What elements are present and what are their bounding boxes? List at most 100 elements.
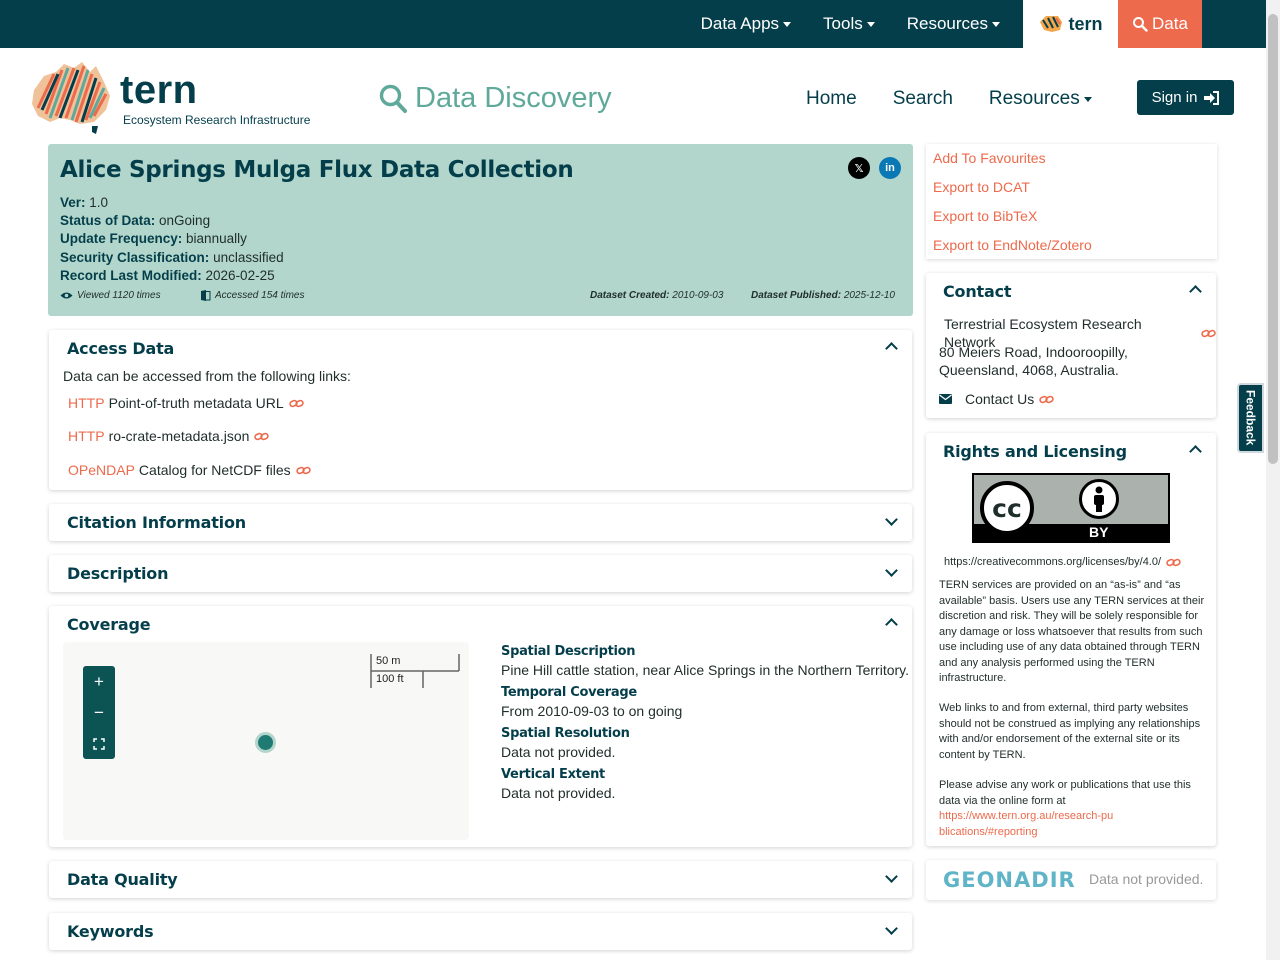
vertical-extent-label: Vertical Extent — [501, 767, 605, 782]
record-meta: Ver: 1.0 Status of Data: onGoing Update … — [60, 194, 284, 285]
top-nav-data-apps[interactable]: Data Apps — [701, 14, 792, 34]
coverage-map[interactable]: + − 50 m 100 ft — [63, 642, 469, 840]
access-link-opendap[interactable]: OPeNDAP Catalog for NetCDF files — [68, 462, 311, 478]
nav-label: Search — [892, 88, 953, 109]
linkedin-share-icon[interactable]: in — [879, 157, 901, 179]
geonadir-brand: GEONADIR — [943, 868, 1076, 892]
contact-us-label: Contact Us — [965, 391, 1035, 407]
coverage-card: Coverage + − 50 m 100 ft Spatial Descrip… — [49, 606, 912, 847]
data-tab-label: Data — [1152, 14, 1188, 33]
geonadir-text: Data not provided. — [1089, 871, 1204, 887]
cc-by-badge[interactable]: cc BY — [972, 473, 1170, 543]
published-value: 2025-12-10 — [843, 290, 895, 301]
coverage-heading[interactable]: Coverage — [67, 615, 151, 634]
nav-label: Home — [806, 88, 857, 109]
link-icon — [1166, 557, 1181, 568]
vertical-extent-value: Data not provided. — [501, 785, 616, 801]
keywords-heading[interactable]: Keywords — [67, 922, 154, 941]
top-nav-label: Resources — [906, 14, 988, 33]
scrollbar-thumb[interactable] — [1268, 14, 1278, 464]
description-heading[interactable]: Description — [67, 564, 168, 583]
rights-licensing-card: Rights and Licensing cc BY https://creat… — [926, 433, 1216, 846]
description-card[interactable]: Description — [49, 555, 912, 592]
logo-subtitle: Ecosystem Research Infrastructure — [123, 113, 311, 127]
contact-us-link[interactable]: Contact Us — [939, 390, 1054, 408]
contact-address: 80 Meiers Road, Indooroopilly, Queenslan… — [939, 344, 1128, 378]
export-bibtex-link[interactable]: Export to BibTeX — [926, 208, 1217, 237]
australia-map-icon — [32, 62, 110, 134]
logo-word: tern — [120, 68, 198, 112]
search-icon — [379, 84, 407, 113]
data-quality-card[interactable]: Data Quality — [49, 861, 912, 898]
meta-value: 2026-02-25 — [205, 267, 275, 283]
temporal-coverage-value: From 2010-09-03 to on going — [501, 703, 683, 719]
link-protocol: HTTP — [68, 395, 105, 411]
eye-icon — [60, 292, 73, 299]
meta-security: Security Classification: unclassified — [60, 249, 284, 267]
access-data-heading[interactable]: Access Data — [67, 339, 174, 358]
link-protocol: HTTP — [68, 428, 105, 444]
rights-heading[interactable]: Rights and Licensing — [943, 442, 1127, 461]
meta-label: Ver: — [60, 195, 86, 210]
chevron-up-icon[interactable] — [885, 618, 898, 631]
publications-text: Please advise any work or publications t… — [939, 779, 1191, 807]
tern-tab[interactable]: tern — [1023, 0, 1118, 48]
geonadir-logo[interactable]: GEONADIR — [943, 868, 1076, 892]
export-endnote-link[interactable]: Export to EndNote/Zotero — [926, 237, 1217, 266]
sign-in-button[interactable]: Sign in — [1137, 80, 1234, 115]
data-tab[interactable]: Data — [1118, 0, 1202, 48]
dataset-published: Dataset Published: 2025-12-10 — [751, 290, 895, 301]
access-data-card: Access Data Data can be accessed from th… — [49, 330, 912, 490]
nav-home[interactable]: Home — [806, 88, 857, 110]
chevron-down-icon[interactable] — [885, 922, 898, 935]
chevron-up-icon[interactable] — [885, 342, 898, 355]
publications-link[interactable]: https://www.tern.org.au/research-publica… — [939, 809, 1114, 840]
created-label: Dataset Created: — [590, 290, 670, 301]
external-links-text: Web links to and from external, third pa… — [939, 702, 1201, 761]
nav-resources[interactable]: Resources — [989, 88, 1092, 110]
access-link-metadata-url[interactable]: HTTP Point-of-truth metadata URL — [68, 395, 304, 411]
caret-down-icon — [783, 21, 792, 27]
sign-in-icon — [1204, 90, 1220, 105]
main-nav: Home Search Resources — [806, 88, 1128, 110]
created-value: 2010-09-03 — [672, 290, 724, 301]
link-icon — [254, 431, 270, 442]
spatial-resolution-label: Spatial Resolution — [501, 726, 630, 741]
fullscreen-button[interactable] — [83, 728, 115, 759]
zoom-in-button[interactable]: + — [83, 666, 115, 697]
chevron-up-icon[interactable] — [1189, 285, 1202, 298]
link-icon — [1039, 394, 1054, 405]
chevron-down-icon[interactable] — [885, 564, 898, 577]
link-text: Point-of-truth metadata URL — [108, 395, 284, 411]
spatial-description-label: Spatial Description — [501, 644, 636, 659]
chevron-down-icon[interactable] — [885, 870, 898, 883]
chevron-up-icon[interactable] — [1189, 445, 1202, 458]
access-link-ro-crate[interactable]: HTTP ro-crate-metadata.json — [68, 428, 270, 444]
top-nav-tools[interactable]: Tools — [823, 14, 875, 34]
x-share-icon[interactable]: 𝕏 — [848, 157, 870, 179]
contact-heading[interactable]: Contact — [943, 282, 1012, 301]
data-discovery-title[interactable]: Data Discovery — [379, 82, 612, 115]
spatial-description-value: Pine Hill cattle station, near Alice Spr… — [501, 662, 910, 678]
scrollbar[interactable] — [1266, 0, 1280, 960]
top-nav-resources[interactable]: Resources — [907, 14, 1000, 34]
meta-version: Ver: 1.0 — [60, 194, 284, 212]
citation-card[interactable]: Citation Information — [49, 504, 912, 541]
license-url[interactable]: https://creativecommons.org/licenses/by/… — [944, 553, 1181, 571]
nav-search[interactable]: Search — [893, 88, 953, 110]
feedback-tab[interactable]: Feedback — [1237, 383, 1264, 453]
add-to-favourites-link[interactable]: Add To Favourites — [926, 150, 1217, 179]
meta-value: biannually — [186, 231, 247, 247]
keywords-card[interactable]: Keywords — [49, 913, 912, 950]
data-discovery-label: Data Discovery — [415, 82, 612, 114]
location-marker[interactable] — [255, 732, 276, 753]
link-icon — [288, 398, 304, 409]
meta-status: Status of Data: onGoing — [60, 212, 284, 230]
citation-heading[interactable]: Citation Information — [67, 513, 246, 532]
data-quality-heading[interactable]: Data Quality — [67, 870, 178, 889]
zoom-out-button[interactable]: − — [83, 697, 115, 728]
spatial-resolution-value: Data not provided. — [501, 744, 616, 760]
chevron-down-icon[interactable] — [885, 513, 898, 526]
tern-logo[interactable]: tern Ecosystem Research Infrastructure — [30, 60, 330, 136]
export-dcat-link[interactable]: Export to DCAT — [926, 179, 1217, 208]
